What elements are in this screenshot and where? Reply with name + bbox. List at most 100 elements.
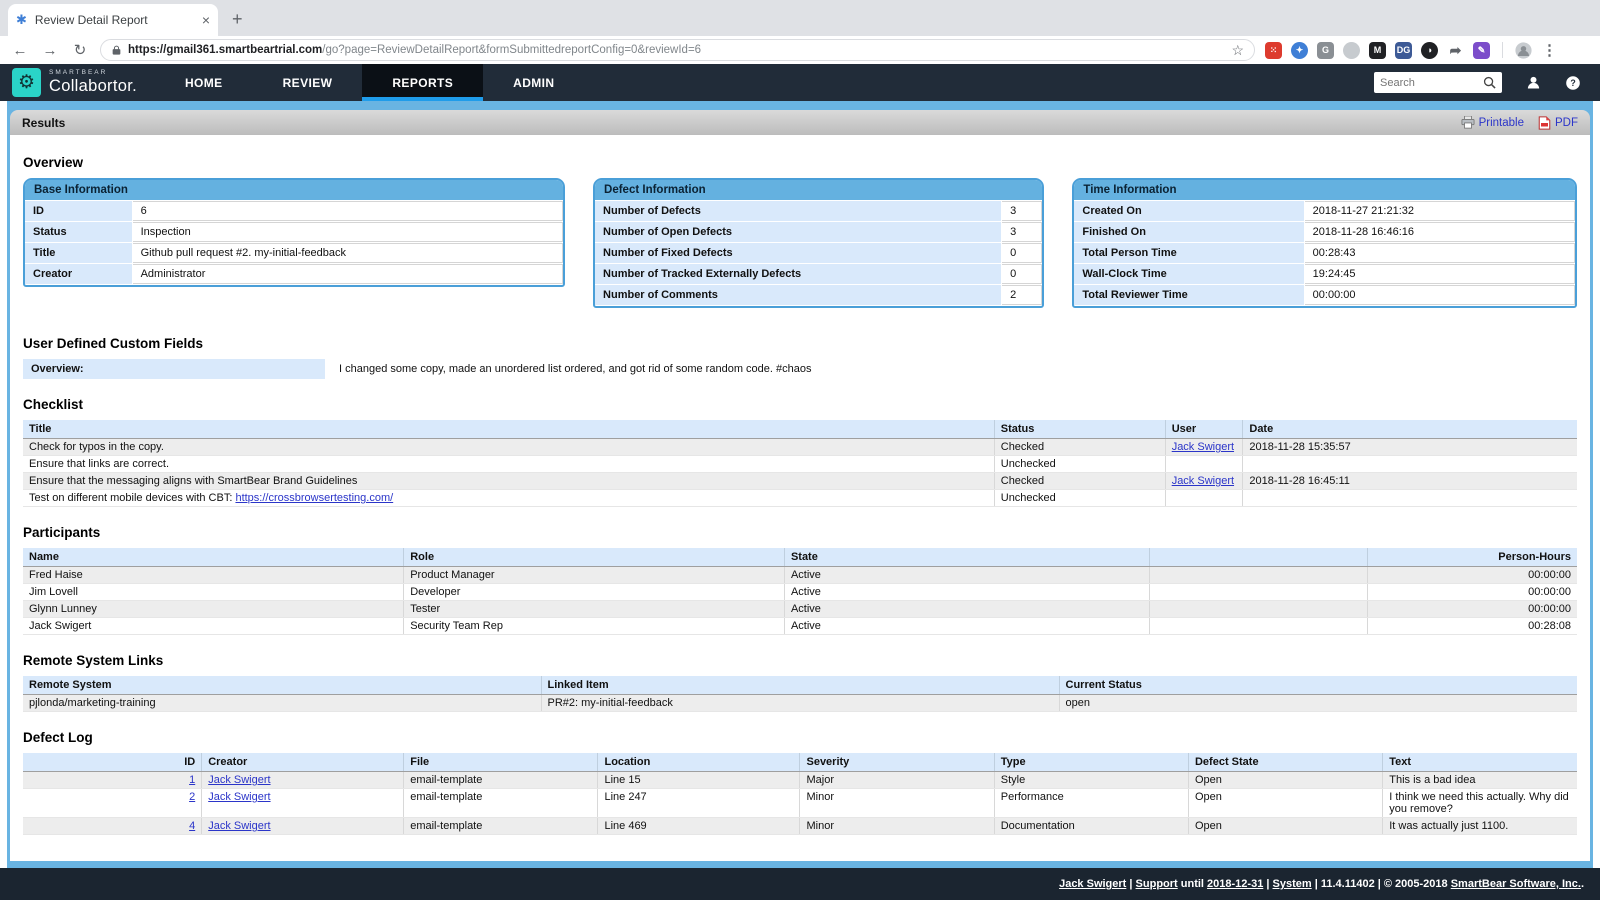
back-icon[interactable]: ←: [10, 42, 30, 59]
brand-logo[interactable]: ⚙ SMARTBEAR Collabortor.: [0, 64, 155, 101]
table-link[interactable]: Jack Swigert: [1172, 475, 1234, 487]
table-cell: Jack Swigert: [202, 772, 404, 789]
browser-tab[interactable]: ✱ Review Detail Report ×: [8, 4, 218, 36]
info-row: ID6: [25, 201, 563, 221]
column-header: Role: [404, 548, 785, 567]
brand-text: SMARTBEAR Collabortor.: [49, 70, 137, 96]
overview-heading: Overview: [23, 155, 1577, 170]
table-cell: Jack Swigert: [1165, 473, 1243, 490]
g-extension-icon[interactable]: G: [1317, 42, 1334, 59]
footer-link[interactable]: 2018-12-31: [1207, 878, 1263, 890]
participants-table: NameRoleStatePerson-Hours Fred HaiseProd…: [23, 548, 1577, 635]
table-cell: 00:00:00: [1367, 601, 1577, 618]
blue-diamond-extension-icon[interactable]: ✦: [1291, 42, 1308, 59]
bookmark-star-icon[interactable]: ☆: [1231, 42, 1244, 59]
table-cell: PR#2: my-initial-feedback: [541, 695, 1059, 712]
column-header: State: [784, 548, 1149, 567]
table-link[interactable]: Jack Swigert: [208, 791, 270, 803]
table-cell: Product Manager: [404, 567, 785, 584]
search-input[interactable]: [1380, 77, 1479, 89]
chrome-menu-icon[interactable]: ⋮: [1542, 41, 1557, 59]
table-row: Glynn LunneyTesterActive00:00:00: [23, 601, 1577, 618]
table-cell: Active: [784, 567, 1149, 584]
column-header: Creator: [202, 753, 404, 772]
nav-home[interactable]: HOME: [155, 64, 253, 101]
info-row: Finished On2018-11-28 16:46:16: [1074, 222, 1575, 242]
table-cell: Checked: [994, 473, 1165, 490]
info-value: 00:28:43: [1305, 243, 1575, 263]
nav-review[interactable]: REVIEW: [253, 64, 363, 101]
footer-link[interactable]: System: [1273, 878, 1312, 890]
moon-extension-icon[interactable]: ◑: [1421, 42, 1438, 59]
table-link[interactable]: Jack Swigert: [208, 774, 270, 786]
funnel-extension-icon[interactable]: ➦: [1447, 42, 1464, 59]
dg-extension-icon[interactable]: DG: [1395, 42, 1412, 59]
info-row: Number of Comments2: [595, 285, 1042, 305]
info-value: Administrator: [133, 264, 563, 284]
column-header: Defect State: [1188, 753, 1382, 772]
svg-text:?: ?: [1570, 78, 1575, 88]
table-cell: [1243, 456, 1577, 473]
table-link[interactable]: Jack Swigert: [208, 820, 270, 832]
forward-icon[interactable]: →: [40, 42, 60, 59]
base-information-box: Base Information ID6StatusInspectionTitl…: [23, 178, 565, 287]
table-cell: It was actually just 1100.: [1383, 818, 1577, 835]
table-cell: I think we need this actually. Why did y…: [1383, 789, 1577, 818]
red-grid-extension-icon[interactable]: ⁙: [1265, 42, 1282, 59]
footer-segment: .: [1581, 878, 1584, 890]
table-cell: [1243, 490, 1577, 507]
table-row: 4Jack Swigertemail-templateLine 469Minor…: [23, 818, 1577, 835]
gray-circle-extension-icon[interactable]: ●: [1343, 42, 1360, 59]
footer-link[interactable]: Jack Swigert: [1059, 878, 1126, 890]
info-label: ID: [25, 201, 133, 221]
smartbear-logo-icon: ⚙: [12, 68, 41, 97]
table-cell: Fred Haise: [23, 567, 404, 584]
m-extension-icon[interactable]: M: [1369, 42, 1386, 59]
table-link[interactable]: 4: [189, 820, 195, 832]
table-cell: Active: [784, 584, 1149, 601]
info-label: Title: [25, 243, 133, 263]
printable-link[interactable]: Printable: [1461, 116, 1524, 129]
table-link[interactable]: Jack Swigert: [1172, 441, 1234, 453]
table-link[interactable]: https://crossbrowsertesting.com/: [235, 492, 393, 504]
nav-reports[interactable]: REPORTS: [362, 64, 483, 101]
footer-text: Jack Swigert | Support until 2018-12-31 …: [1059, 878, 1584, 890]
table-row: 1Jack Swigertemail-templateLine 15MajorS…: [23, 772, 1577, 789]
table-link[interactable]: 1: [189, 774, 195, 786]
pdf-label: PDF: [1555, 117, 1578, 129]
table-cell: This is a bad idea: [1383, 772, 1577, 789]
info-label: Finished On: [1074, 222, 1304, 242]
table-cell: 00:28:08: [1367, 618, 1577, 635]
user-icon[interactable]: [1524, 74, 1542, 92]
url-host: https://gmail361.smartbeartrial.com: [128, 44, 322, 56]
remote-links-heading: Remote System Links: [23, 653, 1577, 668]
brand-collaborator-label: Collabortor.: [49, 77, 137, 95]
defect-log-table: IDCreatorFileLocationSeverityTypeDefect …: [23, 753, 1577, 835]
pen-extension-icon[interactable]: ✎: [1473, 42, 1490, 59]
table-row: Jack SwigertSecurity Team RepActive00:28…: [23, 618, 1577, 635]
main-nav: HOMEREVIEWREPORTSADMIN: [155, 64, 585, 101]
pdf-link[interactable]: PDF: [1538, 116, 1578, 130]
tab-close-icon[interactable]: ×: [202, 12, 210, 28]
column-header: Text: [1383, 753, 1577, 772]
custom-field-label: Overview:: [23, 359, 325, 379]
reload-icon[interactable]: ↻: [70, 41, 90, 59]
info-value: 0: [1002, 264, 1042, 284]
search-icon[interactable]: [1483, 76, 1496, 89]
nav-admin[interactable]: ADMIN: [483, 64, 584, 101]
address-bar[interactable]: https://gmail361.smartbeartrial.com/go?p…: [100, 39, 1255, 61]
help-icon[interactable]: ?: [1564, 74, 1582, 92]
table-cell: Checked: [994, 439, 1165, 456]
footer-link[interactable]: SmartBear Software, Inc.: [1451, 878, 1581, 890]
table-row: 2Jack Swigertemail-templateLine 247Minor…: [23, 789, 1577, 818]
search-box[interactable]: [1374, 72, 1502, 93]
info-label: Number of Fixed Defects: [595, 243, 1002, 263]
table-cell: Jim Lovell: [23, 584, 404, 601]
info-label: Total Reviewer Time: [1074, 285, 1304, 305]
browser-profile-avatar[interactable]: [1515, 42, 1532, 59]
lock-icon: [111, 44, 122, 56]
table-link[interactable]: 2: [189, 791, 195, 803]
new-tab-button[interactable]: +: [232, 9, 243, 30]
info-row: Number of Open Defects3: [595, 222, 1042, 242]
footer-link[interactable]: Support: [1136, 878, 1178, 890]
